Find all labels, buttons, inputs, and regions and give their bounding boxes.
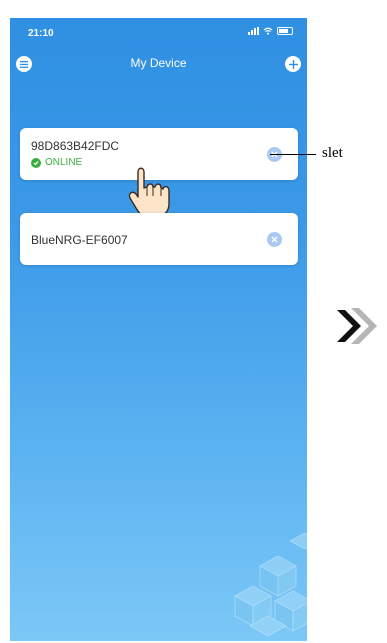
battery-icon <box>277 27 293 35</box>
status-time: 21:10 <box>28 28 54 39</box>
device-status: ONLINE <box>31 157 82 168</box>
wifi-icon <box>263 27 273 35</box>
nav-bar: My Device <box>10 48 307 78</box>
callout-line <box>270 154 316 155</box>
close-icon <box>271 236 278 243</box>
remove-device-button[interactable] <box>267 232 282 247</box>
phone-screen: 21:10 My Device 98D863B42FDC ONLINE Blue… <box>10 18 307 641</box>
double-chevron-right-icon <box>337 308 377 344</box>
device-card[interactable]: BlueNRG-EF6007 <box>20 213 298 265</box>
device-name: 98D863B42FDC <box>31 139 120 153</box>
device-name: BlueNRG-EF6007 <box>31 233 128 247</box>
status-icons <box>248 27 293 35</box>
page-title: My Device <box>130 56 187 70</box>
callout-label: slet <box>322 145 343 161</box>
status-bar: 21:10 <box>10 18 307 46</box>
add-device-button[interactable] <box>285 56 301 72</box>
signal-icon <box>248 27 259 35</box>
hand-pointer-icon <box>128 167 170 218</box>
check-icon <box>31 157 41 168</box>
cubes-decoration <box>234 532 307 637</box>
plus-icon <box>288 59 298 69</box>
status-online-label: ONLINE <box>45 157 83 168</box>
